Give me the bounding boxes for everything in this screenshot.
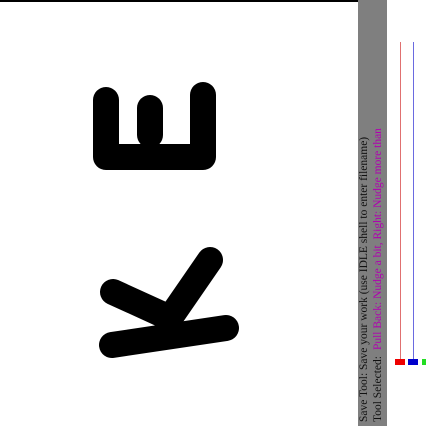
tool-selected-value: Pull Back: Nudge a bit, Right: Nudge mor… [371, 128, 384, 351]
stroke-letter-k-arm [100, 247, 223, 331]
color-panel [387, 0, 426, 426]
green-swatch-icon[interactable] [422, 359, 426, 365]
drawing-strokes [93, 82, 239, 358]
tool-selected-line: Tool Selected: Pull Back: Nudge a bit, Ri… [372, 0, 386, 422]
blue-guide-line [413, 42, 414, 360]
tool-selected-label: Tool Selected: [371, 356, 384, 422]
status-message: Save Tool: Save your work (use IDLE shel… [358, 136, 370, 422]
drawing-canvas[interactable] [0, 2, 358, 426]
status-bar: Save Tool: Save your work (use IDLE shel… [358, 0, 387, 426]
blue-swatch-icon[interactable] [408, 359, 418, 365]
red-swatch-icon[interactable] [395, 359, 405, 365]
status-text: Save Tool: Save your work (use IDLE shel… [358, 0, 387, 426]
red-guide-line [400, 42, 401, 360]
